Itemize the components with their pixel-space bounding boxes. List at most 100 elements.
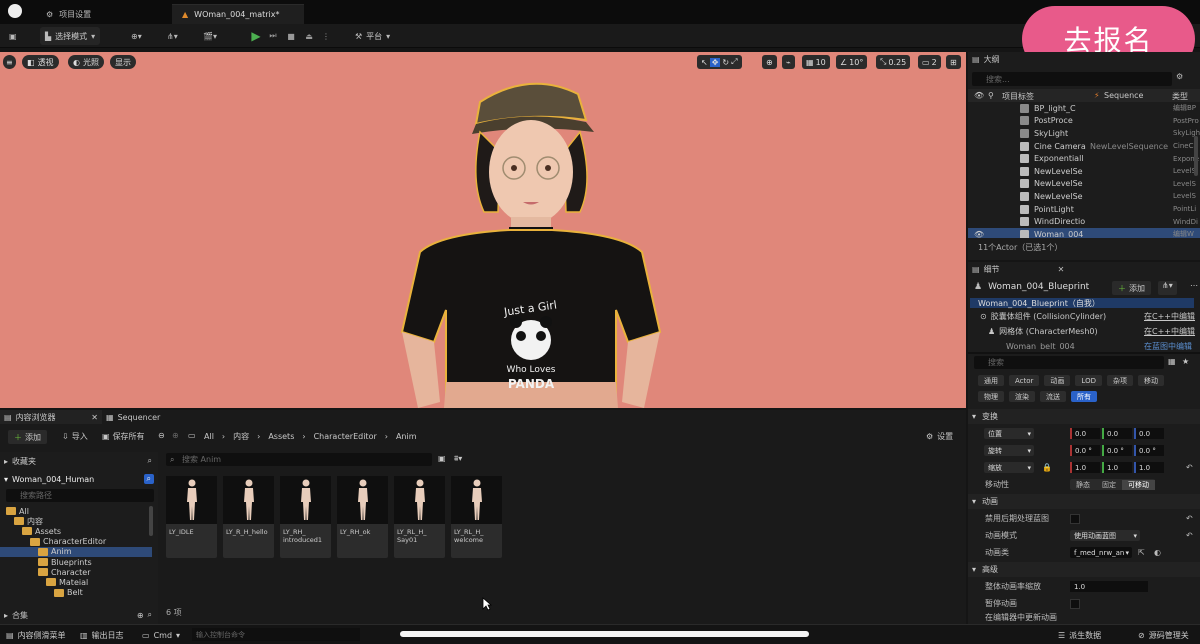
- collections-header[interactable]: ▸ 合集 ⊕ ⌕: [4, 608, 156, 622]
- filter-chip[interactable]: 物理: [978, 391, 1004, 402]
- filter-chip[interactable]: 所有: [1071, 391, 1097, 402]
- asset-tile[interactable]: LY_IDLE: [166, 476, 217, 558]
- visibility-icon[interactable]: 👁: [974, 230, 984, 238]
- blueprint-button[interactable]: ⋔▾: [162, 27, 183, 45]
- camera-speed-button[interactable]: ▭ 2: [918, 55, 941, 69]
- asset-filter-button[interactable]: ⩩▾: [454, 454, 462, 464]
- component-belt[interactable]: Woman_belt_004 在蓝图中编辑: [1006, 340, 1196, 350]
- history-forward-button[interactable]: ⊕: [172, 431, 179, 440]
- history-back-button[interactable]: ⊖: [158, 431, 165, 440]
- scale-x[interactable]: 1.0: [1070, 462, 1100, 473]
- search-icon[interactable]: ⌕: [148, 456, 152, 466]
- rotation-dropdown[interactable]: 旋转 ▾: [984, 445, 1034, 456]
- save-search-button[interactable]: ▣: [438, 454, 446, 463]
- eject-button[interactable]: ⏏: [301, 27, 317, 45]
- browse-icon[interactable]: ⇱: [1138, 548, 1145, 557]
- component-root[interactable]: Woman_004_Blueprint（自我）: [970, 298, 1194, 308]
- viewport-menu-button[interactable]: ≡: [3, 55, 16, 69]
- tab-level[interactable]: ▲ WOman_004_matrix*: [172, 4, 304, 24]
- transform-section-header[interactable]: ▾ 变换: [968, 409, 1200, 424]
- lock-icon[interactable]: 🔒: [1042, 463, 1052, 472]
- content-add-button[interactable]: ＋ 添加: [8, 430, 47, 444]
- path-search-input[interactable]: 搜索路径: [6, 489, 154, 502]
- filter-chip[interactable]: 渲染: [1009, 391, 1035, 402]
- component-capsule[interactable]: ⊙ 胶囊体组件 (CollisionCylinder) 在C++中编辑: [980, 310, 1196, 323]
- column-sequence[interactable]: Sequence: [1094, 91, 1143, 100]
- breadcrumb-item[interactable]: 内容: [233, 431, 249, 442]
- transform-tools[interactable]: ↖ ✥ ↻ ⤢: [697, 55, 742, 69]
- lighting-button[interactable]: ◐ 光照: [68, 55, 104, 69]
- outliner-row[interactable]: WindDirectio WindDi: [968, 215, 1200, 228]
- blueprint-options-button[interactable]: ⋔▾: [1158, 281, 1177, 295]
- location-dropdown[interactable]: 位置 ▾: [984, 428, 1034, 439]
- animation-section-header[interactable]: ▾ 动画: [968, 494, 1200, 509]
- animation-mode-dropdown[interactable]: 使用动画蓝图 ▾: [1070, 530, 1140, 541]
- rotation-z[interactable]: 0.0 °: [1134, 445, 1164, 456]
- world-local-button[interactable]: ⊕: [762, 55, 777, 69]
- filter-chip[interactable]: 流送: [1040, 391, 1066, 402]
- pause-anim-checkbox[interactable]: [1070, 598, 1080, 609]
- breadcrumb-item[interactable]: Assets: [268, 432, 294, 441]
- details-search-input[interactable]: 搜索: [974, 356, 1164, 369]
- scale-y[interactable]: 1.0: [1102, 462, 1132, 473]
- outliner-row[interactable]: BP_light_C 编辑BP: [968, 102, 1200, 115]
- rotation-snap-button[interactable]: ∠ 10°: [836, 55, 868, 69]
- location-y[interactable]: 0.0: [1102, 428, 1132, 439]
- outliner-row[interactable]: PointLight PointLi: [968, 203, 1200, 216]
- more-button[interactable]: ⋮: [318, 27, 334, 45]
- save-all-button[interactable]: ▣ 保存所有: [102, 431, 145, 442]
- rate-scale-input[interactable]: 1.0: [1070, 581, 1148, 592]
- folder-tree-item[interactable]: Anim: [0, 546, 152, 557]
- reset-icon[interactable]: ↶: [1186, 531, 1193, 540]
- outliner-row[interactable]: NewLevelSe LevelS: [968, 178, 1200, 191]
- close-icon[interactable]: ✕: [91, 413, 98, 422]
- filter-chip[interactable]: 动画: [1044, 375, 1071, 386]
- filter-chip[interactable]: Actor: [1009, 375, 1040, 386]
- breadcrumb-item[interactable]: All: [204, 432, 214, 441]
- more-options-button[interactable]: ⋯: [1190, 281, 1198, 290]
- outliner-row[interactable]: Cine Camera NewLevelSequence CineCa: [968, 140, 1200, 153]
- asset-search-input[interactable]: ⌕ 搜索 Anim: [166, 453, 432, 466]
- cinematics-button[interactable]: 🎬▾: [198, 27, 222, 45]
- cmd-dropdown[interactable]: ▭ Cmd ▾: [142, 628, 180, 642]
- content-drawer-button[interactable]: ▤ 内容侧滑菜单: [6, 628, 66, 642]
- folder-tree-item[interactable]: 内容: [0, 516, 152, 526]
- reset-icon[interactable]: ↶: [1186, 514, 1193, 523]
- edit-cpp-link[interactable]: 在C++中编辑: [1144, 326, 1195, 337]
- breadcrumb-item[interactable]: CharacterEditor: [314, 432, 377, 441]
- grid-snap-button[interactable]: ▦ 10: [802, 55, 830, 69]
- mobility-static[interactable]: 静态: [1070, 480, 1096, 490]
- advanced-section-header[interactable]: ▾ 高级: [968, 562, 1200, 577]
- source-control-button[interactable]: ⊘ 源码管理关: [1138, 628, 1189, 642]
- tab-content-browser[interactable]: ▤ 内容浏览器 ✕: [0, 410, 102, 424]
- favorites-header[interactable]: ▸ 收藏夹 ⌕: [4, 454, 156, 468]
- edit-cpp-link[interactable]: 在C++中编辑: [1144, 311, 1195, 322]
- outliner-row[interactable]: NewLevelSe LevelS: [968, 165, 1200, 178]
- stop-button[interactable]: ■: [283, 27, 299, 45]
- disable-post-checkbox[interactable]: [1070, 513, 1080, 524]
- folder-tree-item[interactable]: CharacterEditor: [0, 537, 152, 547]
- show-button[interactable]: 显示: [110, 55, 136, 69]
- tree-scrollbar[interactable]: [149, 506, 153, 536]
- edit-blueprint-link[interactable]: 在蓝图中编辑: [1144, 341, 1192, 350]
- tab-project-settings[interactable]: ⚙ 项目设置: [36, 4, 101, 24]
- outliner-row[interactable]: Woman_004 编辑W 👁: [968, 228, 1200, 238]
- location-x[interactable]: 0.0: [1070, 428, 1100, 439]
- reset-icon[interactable]: ↶: [1186, 463, 1193, 472]
- mobility-toggle[interactable]: 静态 固定 可移动: [1070, 479, 1155, 490]
- table-view-button[interactable]: ▦: [1168, 357, 1176, 366]
- outliner-filter-button[interactable]: ⚙: [1176, 72, 1183, 81]
- folder-tree-item[interactable]: All: [0, 506, 152, 516]
- play-button[interactable]: ▶: [248, 27, 264, 45]
- scale-z[interactable]: 1.0: [1134, 462, 1164, 473]
- mobility-movable[interactable]: 可移动: [1122, 479, 1155, 490]
- search-icon[interactable]: ⌕: [148, 610, 152, 620]
- save-button[interactable]: ▣: [4, 27, 22, 45]
- scale-snap-button[interactable]: ⤡ 0.25: [876, 55, 911, 69]
- folder-tree-item[interactable]: Mateial: [0, 577, 152, 587]
- outliner-row[interactable]: Exponentiall Expone: [968, 152, 1200, 165]
- outliner-row[interactable]: PostProce PostPro: [968, 115, 1200, 128]
- asset-tile[interactable]: LY_RL_H_ welcome: [451, 476, 502, 558]
- rotation-x[interactable]: 0.0 °: [1070, 445, 1100, 456]
- rotation-y[interactable]: 0.0 °: [1102, 445, 1132, 456]
